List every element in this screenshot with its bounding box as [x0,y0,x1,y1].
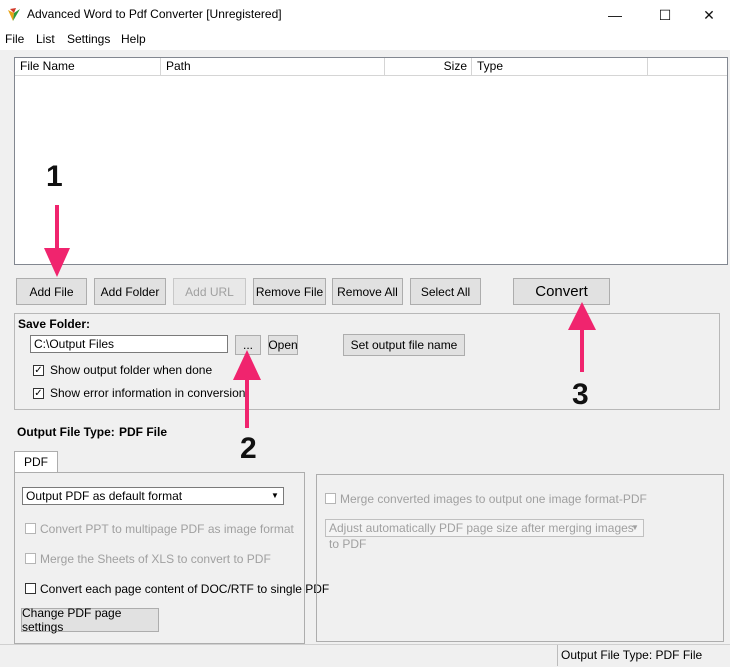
arrow-1-icon [44,205,70,277]
annotation-arrows [44,205,596,428]
arrow-3-icon [568,302,596,372]
arrow-2-icon [233,350,261,428]
